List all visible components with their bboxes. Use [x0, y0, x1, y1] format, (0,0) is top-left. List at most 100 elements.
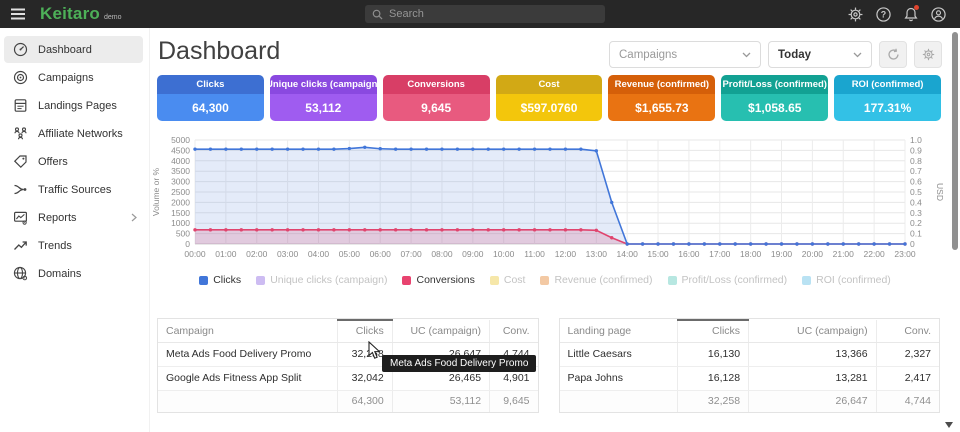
affiliate-network-icon [12, 126, 28, 141]
svg-text:0.4: 0.4 [910, 197, 922, 207]
domains-icon [12, 266, 28, 281]
svg-text:08:00: 08:00 [431, 249, 453, 259]
stat-card-conversions[interactable]: Conversions9,645 [383, 75, 490, 121]
legend-item-roi-confirmed[interactable]: ROI (confirmed) [802, 274, 891, 286]
sidebar-item-label: Trends [38, 240, 72, 252]
totals-row: 64,30053,1129,645 [158, 390, 538, 412]
column-header-campaign[interactable]: Campaign [158, 320, 338, 342]
stat-card-cost[interactable]: Cost$597.0760 [496, 75, 603, 121]
sidebar-item-landings-pages[interactable]: Landings Pages [4, 92, 143, 119]
svg-text:Volume or %: Volume or % [151, 167, 161, 216]
stat-card-label: Unique clicks (campaign) [270, 75, 377, 94]
legend-item-profit-loss-confirmed[interactable]: Profit/Loss (confirmed) [668, 274, 788, 286]
stat-card-label: ROI (confirmed) [834, 75, 941, 94]
column-header-conv[interactable]: Conv. [876, 320, 939, 342]
traffic-source-icon [12, 182, 28, 197]
column-header-landing-page[interactable]: Landing page [560, 320, 678, 342]
total-value: 4,744 [876, 390, 939, 412]
row-value: 16,128 [677, 366, 749, 390]
legend-item-revenue-confirmed[interactable]: Revenue (confirmed) [540, 274, 652, 286]
notifications-icon[interactable] [904, 7, 918, 22]
settings-icon[interactable] [848, 7, 863, 22]
target-icon [12, 70, 28, 85]
sidebar-item-label: Offers [38, 156, 68, 168]
stat-cards: Clicks64,300Unique clicks (campaign)53,1… [157, 75, 941, 121]
legend-item-unique-clicks-campaign[interactable]: Unique clicks (campaign) [256, 274, 387, 286]
sidebar-item-traffic-sources[interactable]: Traffic Sources [4, 176, 143, 203]
sidebar-item-dashboard[interactable]: Dashboard [4, 36, 143, 63]
svg-text:0: 0 [910, 239, 915, 249]
row-name: Little Caesars [560, 342, 678, 366]
row-name: Papa Johns [560, 366, 678, 390]
legend-swatch [802, 276, 811, 285]
svg-text:20:00: 20:00 [802, 249, 824, 259]
traffic-chart[interactable]: 005000.110000.215000.320000.425000.53000… [150, 132, 955, 266]
svg-text:01:00: 01:00 [215, 249, 237, 259]
dashboard-filters: Campaigns Today [609, 41, 942, 68]
stat-card-clicks[interactable]: Clicks64,300 [157, 75, 264, 121]
profile-icon[interactable] [931, 7, 946, 22]
legend-swatch [668, 276, 677, 285]
logo-demo-badge: demo [104, 14, 122, 21]
topbar-actions: ? [848, 0, 946, 28]
row-value: 13,366 [749, 342, 877, 366]
svg-text:4500: 4500 [171, 145, 190, 155]
svg-text:1.0: 1.0 [910, 135, 922, 145]
total-value: 26,647 [749, 390, 877, 412]
search-icon [372, 9, 383, 20]
legend-item-conversions[interactable]: Conversions [402, 274, 474, 286]
svg-text:USD: USD [935, 183, 945, 201]
menu-icon[interactable] [10, 7, 26, 21]
column-header-uc-campaign[interactable]: UC (campaign) [749, 320, 877, 342]
date-range-select[interactable]: Today [768, 41, 872, 68]
sidebar-item-label: Landings Pages [38, 100, 117, 112]
sidebar-item-affiliate-networks[interactable]: Affiliate Networks [4, 120, 143, 147]
column-header-clicks[interactable]: Clicks [338, 320, 393, 342]
sidebar-item-offers[interactable]: Offers [4, 148, 143, 175]
svg-text:1000: 1000 [171, 218, 190, 228]
stat-card-profit-loss-confirmed[interactable]: Profit/Loss (confirmed)$1,058.65 [721, 75, 828, 121]
offer-tag-icon [12, 154, 28, 169]
search-input[interactable] [389, 8, 589, 20]
svg-text:07:00: 07:00 [400, 249, 422, 259]
sidebar-item-campaigns[interactable]: Campaigns [4, 64, 143, 91]
legend-item-cost[interactable]: Cost [490, 274, 526, 286]
search-box[interactable] [365, 5, 605, 23]
legend-swatch [256, 276, 265, 285]
stat-card-unique-clicks-campaign[interactable]: Unique clicks (campaign)53,112 [270, 75, 377, 121]
sidebar-item-domains[interactable]: Domains [4, 260, 143, 287]
svg-text:18:00: 18:00 [740, 249, 762, 259]
refresh-button[interactable] [879, 41, 907, 68]
sidebar-item-trends[interactable]: Trends [4, 232, 143, 259]
landing-pages-table: Landing pageClicksUC (campaign)Conv.Litt… [559, 318, 941, 413]
totals-row: 32,25826,6474,744 [560, 390, 940, 412]
svg-text:15:00: 15:00 [647, 249, 669, 259]
column-header-uc-campaign[interactable]: UC (campaign) [392, 320, 489, 342]
table-row[interactable]: Papa Johns16,12813,2812,417 [560, 366, 940, 390]
svg-text:23:00: 23:00 [894, 249, 916, 259]
stat-card-revenue-confirmed[interactable]: Revenue (confirmed)$1,655.73 [608, 75, 715, 121]
stat-card-value: $1,058.65 [721, 94, 828, 121]
legend-swatch [199, 276, 208, 285]
row-value: 2,417 [876, 366, 939, 390]
stat-card-value: $597.0760 [496, 94, 603, 121]
legend-item-clicks[interactable]: Clicks [199, 274, 241, 286]
campaigns-filter-select[interactable]: Campaigns [609, 41, 761, 68]
total-value: 64,300 [338, 390, 393, 412]
sidebar-item-reports[interactable]: Reports [4, 204, 143, 231]
vertical-scrollbar[interactable] [952, 32, 958, 250]
svg-text:2000: 2000 [171, 197, 190, 207]
column-header-clicks[interactable]: Clicks [677, 320, 749, 342]
dashboard-settings-button[interactable] [914, 41, 942, 68]
column-header-conv[interactable]: Conv. [490, 320, 538, 342]
svg-text:16:00: 16:00 [678, 249, 700, 259]
table-row[interactable]: Little Caesars16,13013,3662,327 [560, 342, 940, 366]
stat-card-value: $1,655.73 [608, 94, 715, 121]
stat-card-roi-confirmed[interactable]: ROI (confirmed)177.31% [834, 75, 941, 121]
page-title: Dashboard [158, 37, 280, 66]
help-icon[interactable]: ? [876, 7, 891, 22]
svg-text:0.1: 0.1 [910, 229, 922, 239]
scroll-down-arrow-icon[interactable] [945, 422, 953, 428]
sidebar: DashboardCampaigns Landings Pages Affiliat… [0, 28, 150, 432]
date-range-value: Today [778, 49, 811, 61]
